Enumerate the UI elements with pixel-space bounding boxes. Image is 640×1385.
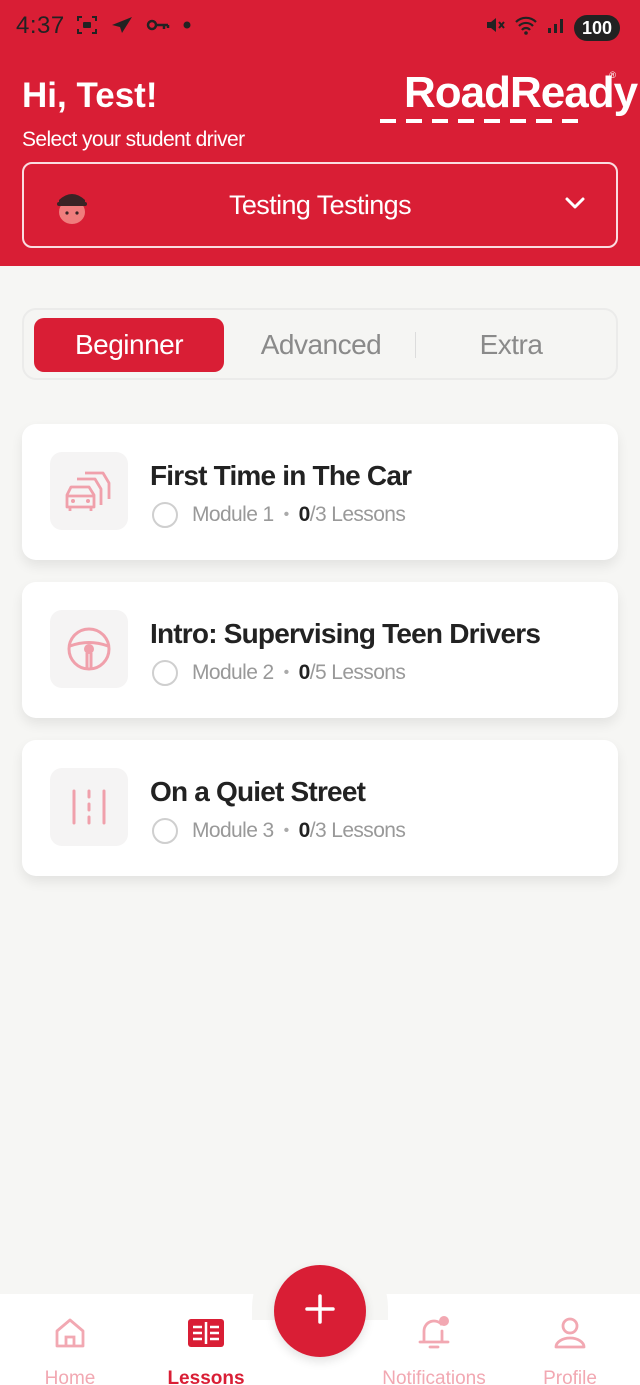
student-driver-select[interactable]: Testing Testings [22, 162, 618, 248]
nav-notifications[interactable]: Notifications [364, 1314, 504, 1385]
lessons-total: /3 Lessons [309, 819, 406, 842]
header: 4:37 100 Hi, Test! Select your student d… [0, 0, 640, 266]
module-title: Intro: Supervising Teen Drivers [150, 618, 541, 649]
steering-wheel-icon [50, 610, 128, 688]
greeting: Hi, Test! [22, 76, 158, 115]
lessons-icon [136, 1314, 276, 1352]
logo-road-dash [380, 119, 580, 123]
separator-dot: • [283, 506, 290, 523]
subtitle: Select your student driver [22, 128, 245, 151]
module-card[interactable]: First Time in The Car Module 1 • 0 /3 Le… [22, 424, 618, 560]
level-tabs: Beginner Advanced Extra [22, 308, 618, 380]
screenshot-icon [76, 14, 98, 36]
plus-icon [304, 1293, 336, 1330]
nav-lessons[interactable]: Lessons [136, 1314, 276, 1385]
module-title: First Time in The Car [150, 460, 412, 491]
progress-ring [152, 818, 178, 844]
module-meta: Module 1 • 0 /3 Lessons [152, 502, 406, 528]
add-button[interactable] [274, 1265, 366, 1357]
roadready-logo: RoadReady ® [380, 68, 638, 128]
road-lanes-icon [50, 768, 128, 846]
chevron-down-icon [564, 196, 586, 215]
nav-home-label: Home [44, 1368, 96, 1385]
module-number: Module 1 [192, 503, 274, 526]
tab-advanced[interactable]: Advanced [226, 318, 416, 372]
nav-profile-label: Profile [543, 1368, 597, 1385]
logo-text: RoadReady [404, 68, 638, 117]
tab-extra[interactable]: Extra [416, 318, 606, 372]
module-title: On a Quiet Street [150, 776, 366, 807]
nav-notifications-label: Notifications [382, 1368, 486, 1385]
logo-registered-mark: ® [609, 70, 616, 80]
home-icon [0, 1314, 140, 1352]
key-icon [146, 17, 170, 33]
signal-icon [546, 15, 566, 40]
module-card[interactable]: On a Quiet Street Module 3 • 0 /3 Lesson… [22, 740, 618, 876]
wifi-icon [514, 14, 538, 41]
battery-indicator: 100 [573, 14, 620, 41]
student-driver-name: Testing Testings [228, 190, 412, 220]
module-number: Module 3 [192, 819, 274, 842]
profile-icon [500, 1314, 640, 1352]
progress-ring [152, 502, 178, 528]
status-time: 4:37 [16, 12, 65, 39]
nav-profile[interactable]: Profile [500, 1314, 640, 1385]
lessons-total: /5 Lessons [309, 661, 406, 684]
nav-lessons-label: Lessons [167, 1368, 245, 1385]
cars-icon [50, 452, 128, 530]
module-number: Module 2 [192, 661, 274, 684]
separator-dot: • [283, 664, 290, 681]
dot-icon [182, 20, 192, 30]
lessons-total: /3 Lessons [309, 503, 406, 526]
module-card[interactable]: Intro: Supervising Teen Drivers Module 2… [22, 582, 618, 718]
tab-beginner[interactable]: Beginner [34, 318, 224, 372]
nav-home[interactable]: Home [0, 1314, 140, 1385]
mute-icon [484, 14, 506, 41]
lessons-completed: 0 [298, 661, 311, 684]
bell-icon [364, 1314, 504, 1352]
module-meta: Module 2 • 0 /5 Lessons [152, 660, 406, 686]
status-bar: 4:37 100 [0, 0, 640, 56]
send-icon [110, 15, 134, 35]
lessons-completed: 0 [298, 819, 311, 842]
lessons-completed: 0 [298, 503, 311, 526]
progress-ring [152, 660, 178, 686]
module-meta: Module 3 • 0 /3 Lessons [152, 818, 406, 844]
separator-dot: • [283, 822, 290, 839]
